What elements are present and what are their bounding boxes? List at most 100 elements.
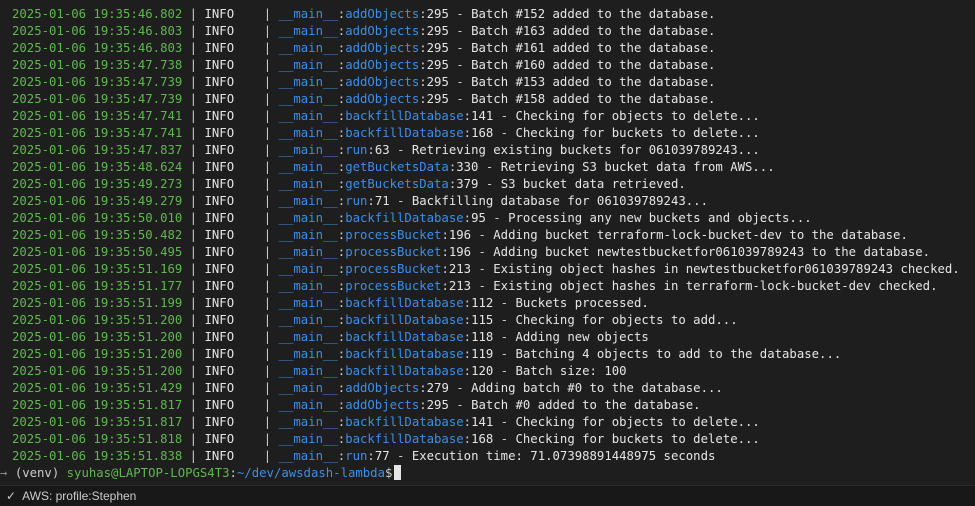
log-line-number: 120 bbox=[471, 364, 494, 378]
log-function: getBucketsData bbox=[345, 177, 449, 191]
log-separator: : bbox=[463, 347, 472, 361]
log-function: backfillDatabase bbox=[345, 126, 464, 140]
log-separator: - bbox=[493, 364, 516, 378]
log-separator: : bbox=[419, 398, 427, 412]
log-separator: - bbox=[448, 7, 472, 21]
log-line-number: 295 bbox=[426, 7, 449, 21]
log-separator: : bbox=[419, 75, 427, 89]
log-line: 2025-01-06 19:35:51.177 | INFO | __main_… bbox=[12, 278, 975, 295]
log-function: addObjects bbox=[345, 75, 420, 89]
log-message: Batching 4 objects to add to the databas… bbox=[515, 347, 842, 361]
log-line-number: 295 bbox=[426, 58, 449, 72]
log-message: Processing any new buckets and objects..… bbox=[508, 211, 812, 225]
log-separator: | bbox=[182, 75, 205, 89]
log-function: backfillDatabase bbox=[345, 364, 464, 378]
log-message: Backfilling database for 061039789243... bbox=[411, 194, 708, 208]
log-line: 2025-01-06 19:35:47.738 | INFO | __main_… bbox=[12, 57, 975, 74]
log-function: addObjects bbox=[345, 41, 420, 55]
log-separator: - bbox=[448, 75, 472, 89]
log-timestamp: 2025-01-06 19:35:47.739 bbox=[12, 75, 183, 89]
log-function: backfillDatabase bbox=[345, 432, 464, 446]
log-line: 2025-01-06 19:35:51.429 | INFO | __main_… bbox=[12, 380, 975, 397]
log-separator: : bbox=[419, 58, 427, 72]
terminal-panel[interactable]: 2025-01-06 19:35:46.802 | INFO | __main_… bbox=[0, 0, 975, 485]
log-separator: - bbox=[448, 381, 472, 395]
log-timestamp: 2025-01-06 19:35:51.838 bbox=[12, 449, 183, 463]
log-separator: : bbox=[463, 330, 472, 344]
log-separator: : bbox=[463, 415, 472, 429]
log-separator: | bbox=[182, 245, 205, 259]
log-module: __main__ bbox=[278, 24, 338, 38]
log-separator: : bbox=[419, 92, 427, 106]
log-level: INFO bbox=[204, 330, 235, 344]
log-line-number: 295 bbox=[426, 41, 449, 55]
log-message: Existing object hashes in newtestbucketf… bbox=[493, 262, 960, 276]
log-message: Adding bucket terraform-lock-bucket-dev … bbox=[493, 228, 908, 242]
log-function: backfillDatabase bbox=[345, 330, 464, 344]
log-module: __main__ bbox=[278, 7, 338, 21]
log-separator: | bbox=[234, 75, 279, 89]
log-separator: - bbox=[478, 177, 501, 191]
log-module: __main__ bbox=[278, 92, 338, 106]
log-level: INFO bbox=[204, 279, 235, 293]
log-line: 2025-01-06 19:35:51.169 | INFO | __main_… bbox=[12, 261, 975, 278]
log-separator: - bbox=[485, 211, 509, 225]
log-module: __main__ bbox=[278, 109, 338, 123]
log-separator: - bbox=[493, 126, 516, 140]
log-separator: | bbox=[234, 160, 279, 174]
log-separator: | bbox=[234, 177, 279, 191]
log-line-number: 295 bbox=[426, 398, 449, 412]
log-function: run bbox=[345, 194, 368, 208]
log-separator: | bbox=[182, 41, 205, 55]
log-module: __main__ bbox=[278, 41, 338, 55]
log-line: 2025-01-06 19:35:46.802 | INFO | __main_… bbox=[12, 6, 975, 23]
log-timestamp: 2025-01-06 19:35:51.177 bbox=[12, 279, 183, 293]
log-line: 2025-01-06 19:35:50.495 | INFO | __main_… bbox=[12, 244, 975, 261]
shell-prompt[interactable]: → (venv) syuhas@LAPTOP-LOPGS4T3:~/dev/aw… bbox=[0, 465, 402, 482]
log-line: 2025-01-06 19:35:48.624 | INFO | __main_… bbox=[12, 159, 975, 176]
log-level: INFO bbox=[204, 194, 235, 208]
log-module: __main__ bbox=[278, 432, 338, 446]
log-separator: | bbox=[182, 432, 205, 446]
log-function: backfillDatabase bbox=[345, 296, 464, 310]
log-separator: - bbox=[471, 279, 494, 293]
log-level: INFO bbox=[204, 415, 235, 429]
log-separator: | bbox=[182, 381, 205, 395]
log-separator: | bbox=[234, 143, 279, 157]
log-separator: : bbox=[463, 296, 472, 310]
log-separator: | bbox=[234, 109, 279, 123]
log-line-number: 213 bbox=[448, 279, 472, 293]
log-line: 2025-01-06 19:35:49.273 | INFO | __main_… bbox=[12, 176, 975, 193]
log-level: INFO bbox=[204, 143, 235, 157]
log-level: INFO bbox=[204, 41, 235, 55]
log-line-number: 279 bbox=[426, 381, 449, 395]
log-line-number: 213 bbox=[448, 262, 472, 276]
log-line: 2025-01-06 19:35:51.817 | INFO | __main_… bbox=[12, 397, 975, 414]
log-line-number: 379 bbox=[456, 177, 479, 191]
log-function: addObjects bbox=[345, 381, 420, 395]
log-separator: : bbox=[441, 262, 449, 276]
log-separator: | bbox=[234, 262, 279, 276]
log-separator: - bbox=[493, 330, 516, 344]
log-message: Checking for objects to delete... bbox=[515, 415, 760, 429]
log-separator: | bbox=[182, 398, 205, 412]
user-host: syuhas@LAPTOP-LOPGS4T3 bbox=[66, 466, 230, 480]
log-separator: : bbox=[419, 41, 427, 55]
log-separator: | bbox=[182, 262, 205, 276]
log-function: getBucketsData bbox=[345, 160, 449, 174]
log-separator: - bbox=[471, 228, 494, 242]
aws-profile-status[interactable]: AWS: profile:Stephen bbox=[22, 489, 136, 503]
log-level: INFO bbox=[204, 432, 235, 446]
log-timestamp: 2025-01-06 19:35:51.818 bbox=[12, 432, 183, 446]
log-module: __main__ bbox=[278, 381, 338, 395]
log-separator: : bbox=[463, 432, 472, 446]
prompt-colon: : bbox=[229, 466, 237, 480]
log-level: INFO bbox=[204, 296, 235, 310]
log-level: INFO bbox=[204, 398, 235, 412]
log-module: __main__ bbox=[278, 313, 338, 327]
log-message: Batch #152 added to the database. bbox=[471, 7, 716, 21]
log-module: __main__ bbox=[278, 228, 338, 242]
log-separator: : bbox=[463, 211, 472, 225]
log-line-number: 295 bbox=[426, 92, 449, 106]
log-line: 2025-01-06 19:35:46.803 | INFO | __main_… bbox=[12, 40, 975, 57]
